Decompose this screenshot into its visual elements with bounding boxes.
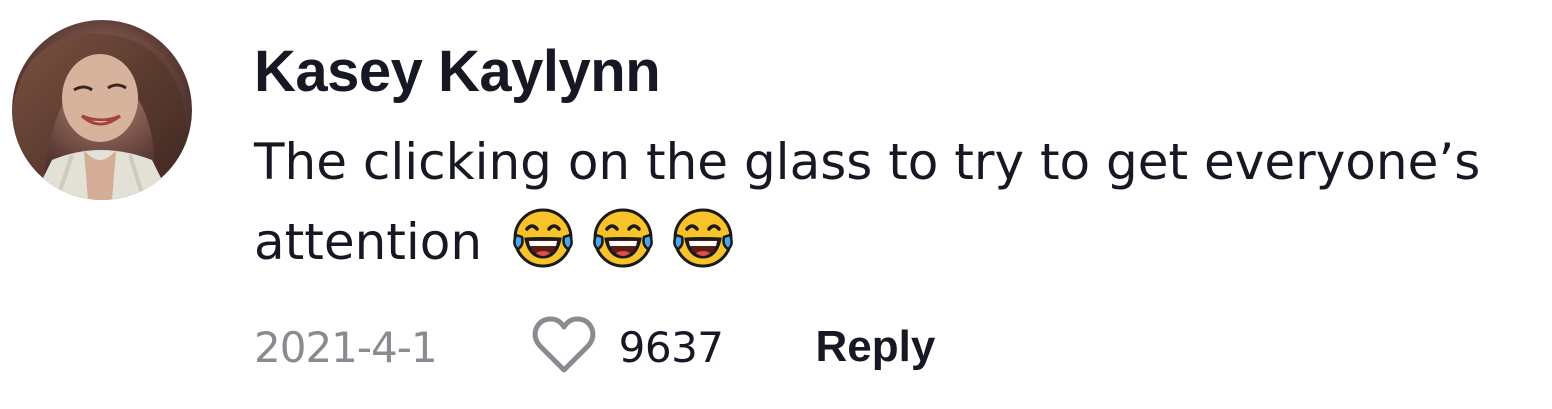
like-button[interactable]: 9637 bbox=[531, 314, 724, 380]
reply-button[interactable]: Reply bbox=[816, 322, 936, 372]
comment-date: 2021-4-1 bbox=[254, 322, 438, 372]
emoji-group bbox=[510, 205, 736, 271]
avatar-image bbox=[12, 20, 192, 200]
comment-item: Kasey Kaylynn The clicking on the glass … bbox=[0, 0, 1552, 409]
like-count: 9637 bbox=[618, 322, 724, 372]
username[interactable]: Kasey Kaylynn bbox=[254, 36, 661, 108]
avatar[interactable] bbox=[12, 20, 192, 200]
comment-text: The clicking on the glass to try to get … bbox=[254, 133, 1481, 271]
comment-text-block: The clicking on the glass to try to get … bbox=[254, 122, 1544, 282]
heart-icon bbox=[531, 314, 597, 380]
comment-meta: 2021-4-1 9637 Reply bbox=[254, 312, 935, 382]
face-with-tears-of-joy-icon bbox=[670, 205, 736, 271]
face-with-tears-of-joy-icon bbox=[510, 205, 576, 271]
comment-body: Kasey Kaylynn The clicking on the glass … bbox=[254, 36, 1544, 282]
face-with-tears-of-joy-icon bbox=[590, 205, 656, 271]
